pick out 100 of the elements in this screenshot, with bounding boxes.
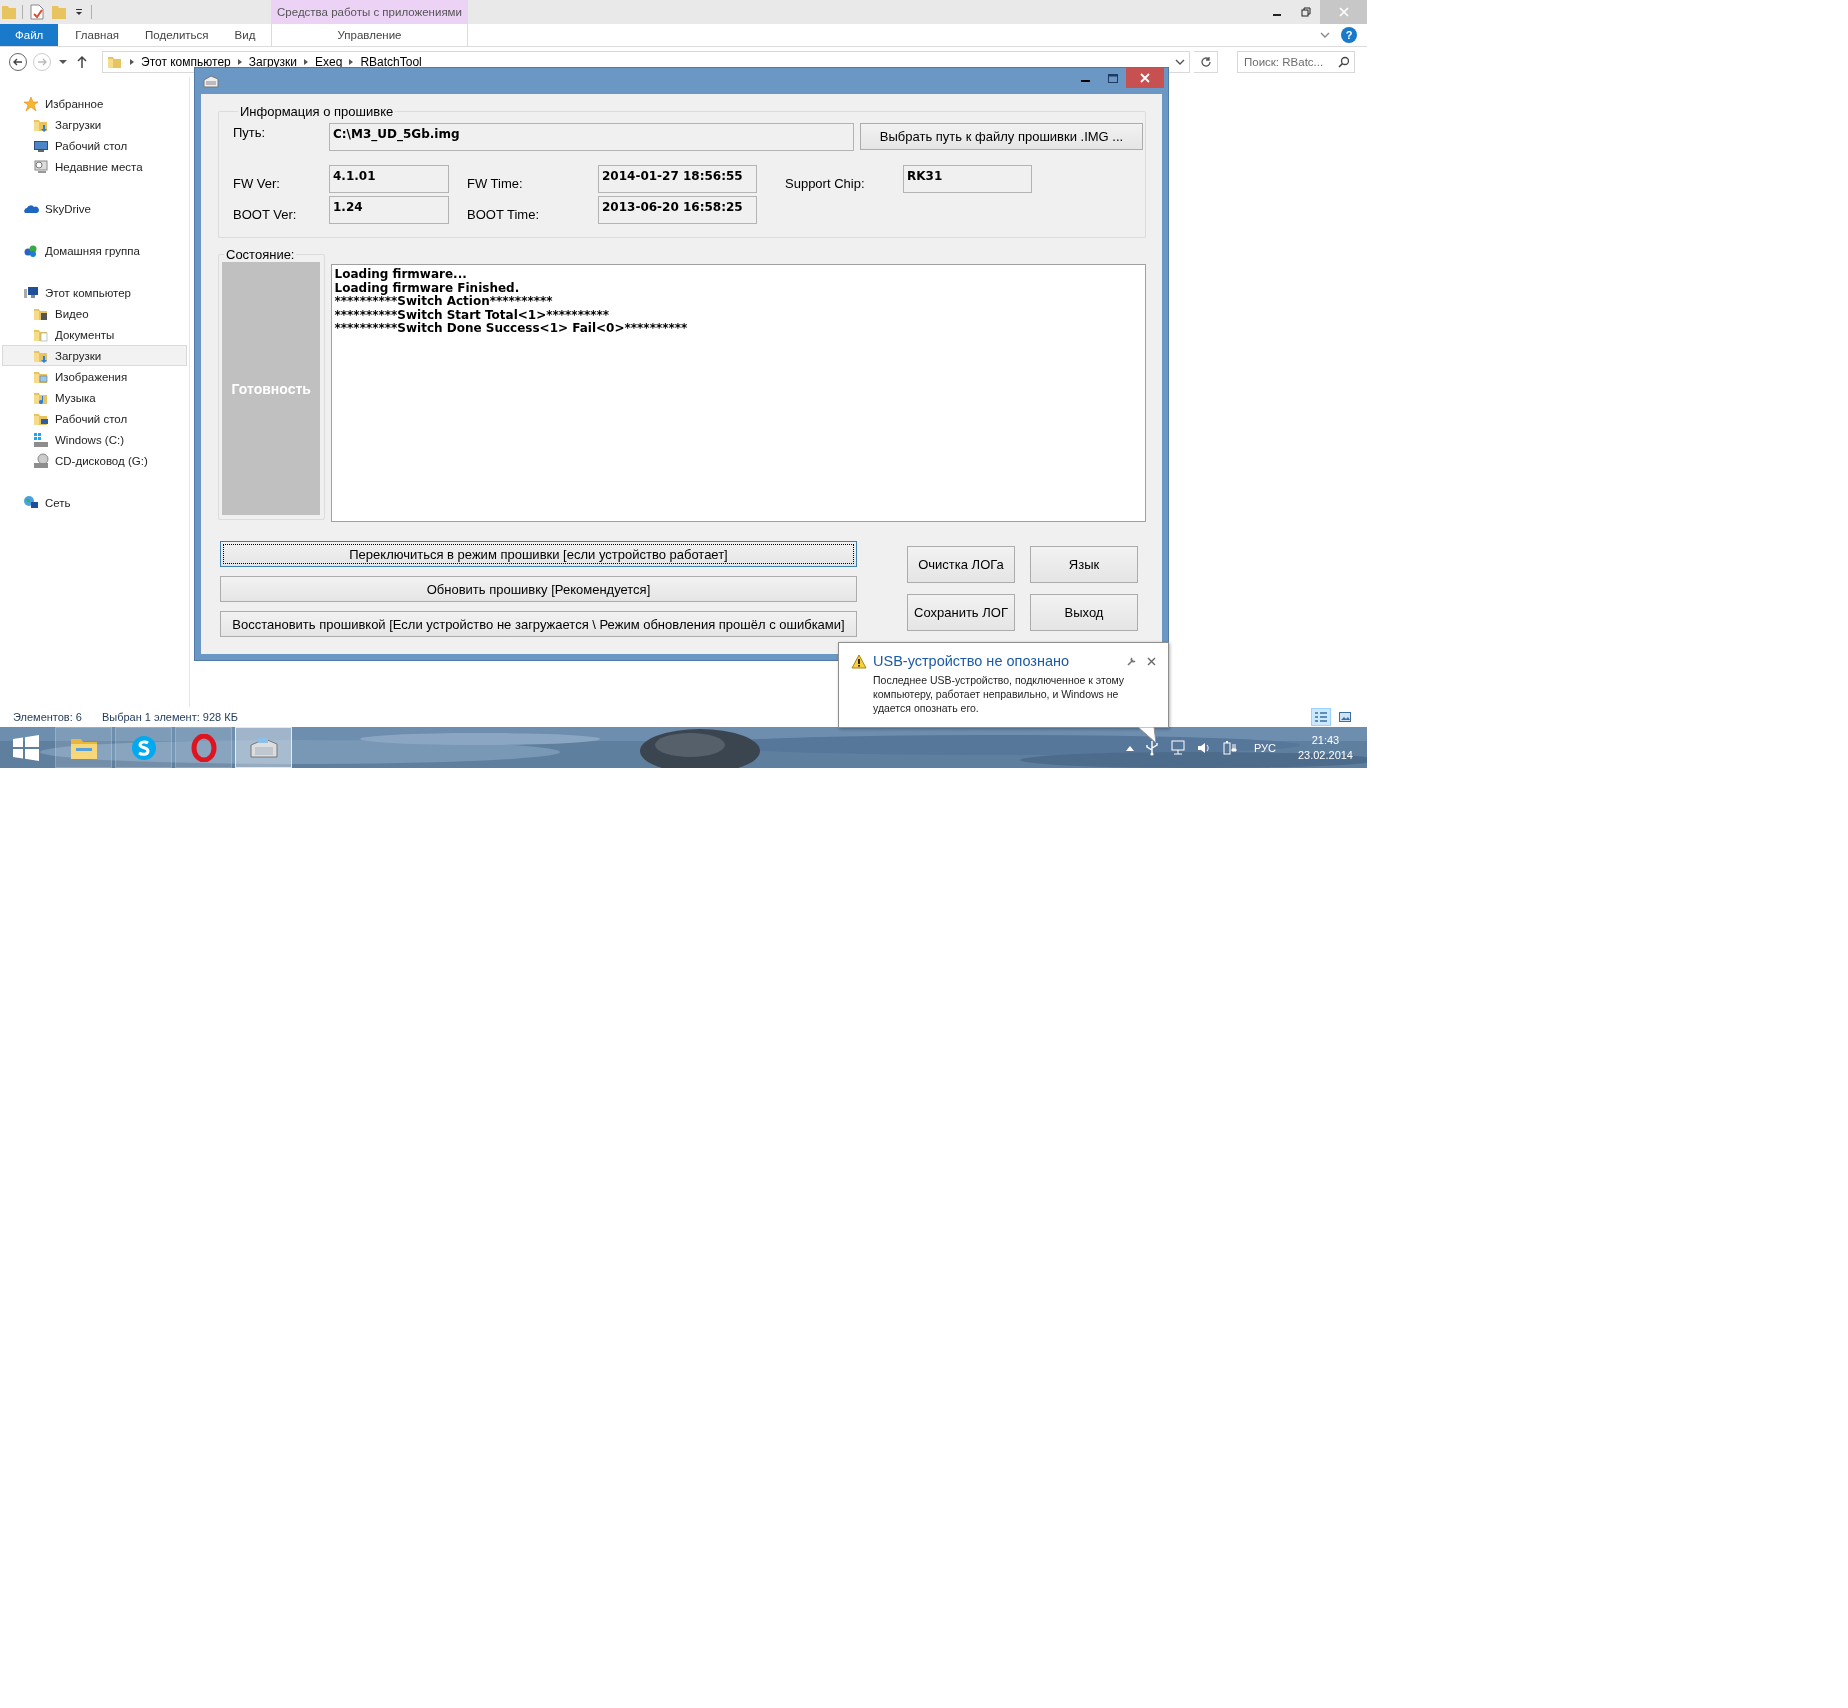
refresh-button[interactable] — [1194, 51, 1218, 73]
sidebar-item[interactable]: Загрузки — [2, 114, 187, 135]
action-button[interactable]: Обновить прошивку [Рекомендуется] — [220, 576, 857, 602]
status-indicator: Готовность — [222, 262, 321, 515]
sidebar-item[interactable]: Сеть — [2, 492, 187, 513]
notification-title: USB-устройство не опознано — [873, 653, 1070, 669]
sidebar-item[interactable]: Рабочий стол — [2, 135, 187, 156]
field-label: BOOT Ver: — [233, 205, 298, 222]
sidebar-item[interactable]: Видео — [2, 303, 187, 324]
field-label: Путь: — [233, 124, 267, 140]
field-label: Support Chip: — [785, 174, 866, 191]
ribbon-tab[interactable]: Файл — [0, 24, 59, 46]
app-icon — [203, 74, 219, 88]
wrench-icon — [1125, 655, 1137, 667]
action-button[interactable]: Очистка ЛОГа — [907, 546, 1015, 583]
usb-tray-button[interactable] — [1143, 739, 1160, 756]
close-icon — [1338, 7, 1349, 17]
back-button[interactable] — [8, 52, 28, 72]
field-label: BOOT Time: — [467, 205, 540, 222]
sidebar-item[interactable]: SkyDrive — [2, 198, 187, 219]
log-line: **********Switch Action********** — [334, 295, 554, 309]
skype-icon — [130, 734, 157, 761]
taskbar-button[interactable] — [235, 727, 292, 768]
value-field[interactable]: 4.1.01 — [329, 165, 449, 193]
help-button[interactable]: ? — [1341, 27, 1357, 43]
taskbar-button[interactable] — [175, 727, 232, 768]
browse-button[interactable]: Выбрать путь к файлу прошивки .IMG ... — [860, 123, 1143, 150]
battery-icon — [1221, 739, 1238, 756]
details-view-icon — [1315, 712, 1327, 722]
close-icon — [1146, 656, 1156, 666]
breadcrumb[interactable]: Загрузки — [248, 55, 298, 69]
action-button[interactable]: Язык — [1030, 546, 1138, 583]
taskbar-button[interactable] — [115, 727, 172, 768]
log-area[interactable]: Loading firmware... Loading firmware Finished. **********Switch Action********** **********Switch Start Total<1>********** **********Switch Done Success<1> Fail<0>********** — [330, 264, 1146, 522]
folder-icon — [107, 54, 123, 70]
sidebar-item[interactable]: Рабочий стол — [2, 408, 187, 429]
star-icon — [23, 95, 39, 112]
group-title: Состояние: — [225, 247, 296, 262]
close-button[interactable] — [1126, 68, 1164, 88]
sidebar-item[interactable]: Избранное — [2, 93, 187, 114]
log-line: Loading firmware Finished. — [334, 281, 521, 295]
breadcrumb[interactable]: RBatchTool — [360, 55, 422, 69]
show-hidden-icons-button[interactable] — [1125, 744, 1134, 751]
computer-icon — [23, 284, 39, 301]
language-indicator[interactable]: РУС — [1253, 741, 1276, 754]
sidebar-item[interactable]: Этот компьютер — [2, 282, 187, 303]
dropdown-caret-icon — [1175, 58, 1185, 66]
recent-places-icon — [33, 158, 49, 175]
windows-logo-icon — [13, 734, 39, 761]
sidebar-item[interactable]: Документы — [2, 324, 187, 345]
refresh-icon — [1199, 56, 1212, 68]
folder-icon — [2, 4, 16, 20]
sidebar-item[interactable]: Изображения — [2, 366, 187, 387]
search-icon — [1338, 56, 1350, 68]
large-icons-view-icon — [1339, 712, 1351, 722]
action-button[interactable]: Выход — [1030, 594, 1138, 631]
ribbon-tab[interactable]: Поделиться — [132, 24, 222, 46]
sidebar-item[interactable]: Загрузки — [2, 345, 187, 366]
item-count: Элементов: 6 — [13, 711, 82, 723]
sidebar-item[interactable]: Windows (C:) — [2, 429, 187, 450]
sidebar-item[interactable]: CD-дисковод (G:) — [2, 450, 187, 471]
power-tray-button[interactable] — [1221, 739, 1238, 756]
action-button[interactable]: Переключиться в режим прошивки [если устройство работает] — [220, 541, 857, 567]
ribbon-tab[interactable]: Главная — [62, 24, 133, 46]
breadcrumb[interactable]: Этот компьютер — [141, 55, 231, 69]
value-field[interactable]: 2013-06-20 16:58:25 — [598, 196, 757, 224]
folder-icon — [52, 4, 66, 20]
ribbon-tab[interactable]: Управление — [271, 24, 468, 46]
chevron-right-icon — [236, 58, 243, 66]
document-check-icon — [30, 4, 44, 20]
path-field[interactable]: C:\M3_UD_5Gb.img — [329, 123, 854, 151]
ribbon-tab[interactable]: Вид — [221, 24, 269, 46]
chevron-right-icon — [348, 58, 355, 66]
chevron-right-icon — [129, 58, 135, 66]
chevron-down-icon — [1320, 31, 1330, 39]
caret-icon — [59, 59, 67, 65]
details-view-button[interactable] — [1311, 708, 1331, 726]
network-tray-button[interactable] — [1169, 739, 1186, 756]
caret-icon — [75, 8, 83, 16]
value-field[interactable]: 2014-01-27 18:56:55 — [598, 165, 757, 193]
sidebar-item[interactable]: Домашняя группа — [2, 240, 187, 261]
drive-icon — [33, 431, 49, 448]
network-icon — [23, 494, 39, 511]
action-button[interactable]: Сохранить ЛОГ — [907, 594, 1015, 631]
value-field[interactable]: 1.24 — [329, 196, 449, 224]
field-label: FW Ver: — [233, 174, 281, 191]
disc-drive-icon — [33, 452, 49, 469]
minimize-icon — [1272, 14, 1281, 16]
taskbar-button[interactable] — [55, 727, 112, 768]
maximize-icon — [1107, 73, 1118, 83]
chevron-right-icon — [303, 58, 310, 66]
search-field[interactable]: Поиск: RBatc... — [1237, 51, 1355, 73]
sidebar-item[interactable]: Музыка — [2, 387, 187, 408]
properties-button[interactable] — [29, 2, 45, 22]
sidebar-item[interactable]: Недавние места — [2, 156, 187, 177]
close-icon — [1140, 73, 1150, 83]
value-field[interactable]: RK31 — [903, 165, 1032, 193]
clock[interactable]: 21:43 23.02.2014 — [1297, 732, 1353, 763]
action-button[interactable]: Восстановить прошивкой [Если устройство не загружается \ Режим обновления прошёл с ошибками] — [220, 611, 857, 637]
restore-icon — [1300, 7, 1311, 17]
